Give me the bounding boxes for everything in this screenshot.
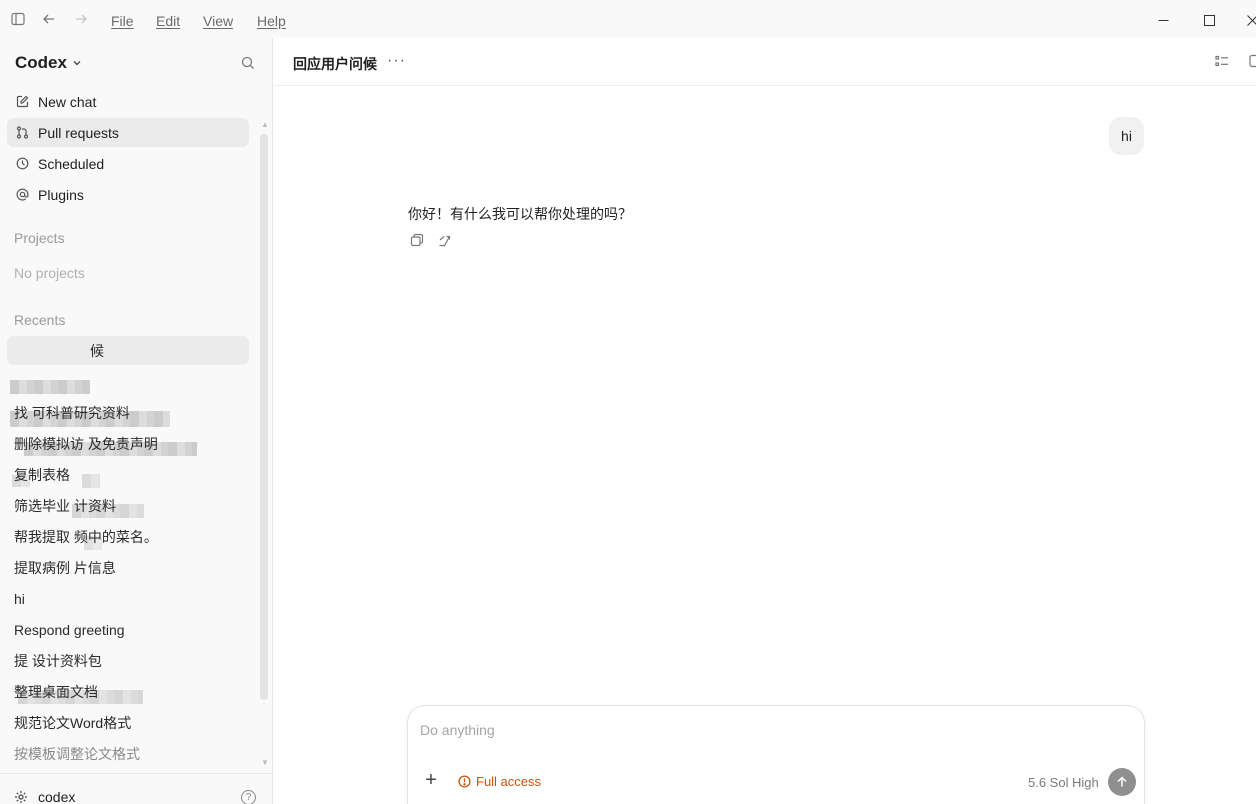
brand-name: Codex — [15, 53, 67, 72]
nav-label: Scheduled — [38, 155, 105, 172]
at-icon — [15, 188, 29, 202]
recent-item[interactable] — [7, 367, 249, 396]
menu-view[interactable]: View — [203, 13, 233, 29]
workspace-switcher[interactable]: Codex — [15, 53, 82, 73]
forward-arrow-icon[interactable] — [73, 11, 89, 27]
copy-icon[interactable] — [410, 233, 424, 247]
nav-plugins[interactable]: Plugins — [7, 180, 249, 209]
recent-item-label: 筛选毕业 计资料 — [14, 497, 116, 514]
recent-item[interactable]: 帮我提取 频中的菜名。 — [7, 522, 249, 551]
maximize-button[interactable] — [1199, 10, 1219, 30]
more-options-icon[interactable]: ··· — [387, 52, 406, 70]
scroll-up-arrow-icon[interactable]: ▲ — [261, 121, 269, 129]
recent-item[interactable]: 删除模拟访 及免责声明 — [7, 429, 249, 458]
settings-button[interactable]: codex — [14, 789, 75, 804]
recent-item[interactable]: 提 设计资料包 — [7, 646, 249, 675]
user-message: hi — [1109, 117, 1144, 155]
recent-item-label: 找 可科普研究资料 — [14, 404, 130, 421]
menu-edit[interactable]: Edit — [156, 13, 180, 29]
recent-item-label: 按模板调整论文格式 — [14, 745, 140, 762]
recent-item[interactable]: 提取病例 片信息 — [7, 553, 249, 582]
access-mode-button[interactable]: Full access — [458, 774, 541, 789]
minimize-button[interactable] — [1153, 10, 1173, 30]
recent-item[interactable]: 找 可科普研究资料 — [7, 398, 249, 427]
sidebar-toggle-icon[interactable] — [10, 11, 26, 27]
recent-item[interactable]: 规范论文Word格式 — [7, 708, 249, 737]
recent-item-label: 复制表格 — [14, 466, 70, 483]
user-name: codex — [38, 789, 76, 804]
recent-item[interactable]: hi — [7, 584, 249, 613]
scroll-down-arrow-icon[interactable]: ▼ — [261, 759, 269, 767]
title-bar: File Edit View Help — [0, 0, 1256, 38]
prompt-input[interactable] — [420, 720, 1120, 740]
gear-icon — [14, 790, 28, 804]
menu-file[interactable]: File — [111, 13, 134, 29]
composer: + Full access 5.6 Sol High — [407, 705, 1145, 804]
main-panel: 回应用户问候 ··· hi 你好！有什么我可以帮你处理的吗？ + Full ac… — [274, 38, 1256, 804]
model-selector[interactable]: 5.6 Sol — [1028, 775, 1068, 790]
add-attachment-button[interactable]: + — [423, 770, 439, 790]
arrow-up-icon — [1116, 776, 1128, 788]
search-icon[interactable] — [241, 56, 257, 72]
projects-heading: Projects — [14, 230, 65, 246]
recent-item-label: 规范论文Word格式 — [14, 714, 132, 731]
recents-heading: Recents — [14, 312, 66, 328]
back-arrow-icon[interactable] — [41, 11, 57, 27]
recent-item-label: 候 — [90, 342, 104, 359]
edit-icon — [15, 95, 29, 109]
access-label: Full access — [476, 774, 542, 789]
nav-new-chat[interactable]: New chat — [7, 87, 249, 116]
recent-item-label: 删除模拟访 及免责声明 — [14, 435, 158, 452]
user-message-text: hi — [1121, 128, 1132, 144]
recent-item[interactable]: 按模板调整论文格式 — [7, 739, 249, 768]
recent-item-label: 提取病例 片信息 — [14, 559, 116, 576]
task-list-icon[interactable] — [1215, 54, 1229, 68]
warning-icon — [458, 775, 471, 788]
send-button[interactable] — [1108, 768, 1136, 796]
sidebar-scrollbar[interactable] — [260, 134, 268, 700]
recent-item-label: 提 设计资料包 — [14, 652, 102, 669]
recent-item-label: 帮我提取 频中的菜名。 — [14, 528, 158, 545]
nav-scheduled[interactable]: Scheduled — [7, 149, 249, 178]
assistant-message: 你好！有什么我可以帮你处理的吗？ — [408, 206, 632, 222]
nav-label: Pull requests — [38, 124, 119, 141]
recent-item[interactable]: 整理桌面文档 — [7, 677, 249, 706]
nav-label: New chat — [38, 93, 97, 110]
projects-empty-note: No projects — [14, 265, 85, 281]
menu-help[interactable]: Help — [257, 13, 286, 29]
fork-icon[interactable] — [438, 233, 452, 247]
close-button[interactable] — [1242, 10, 1256, 30]
reasoning-effort-selector[interactable]: High — [1072, 775, 1099, 790]
clock-icon — [15, 157, 29, 171]
git-pull-request-icon — [15, 126, 29, 140]
recent-item-label: Respond greeting — [14, 621, 125, 638]
recent-item-label: hi — [14, 590, 25, 607]
recent-item[interactable]: 复制表格 — [7, 460, 249, 489]
recent-item-label: 整理桌面文档 — [14, 683, 98, 700]
help-icon[interactable]: ? — [241, 790, 256, 804]
panel-toggle-icon[interactable] — [1249, 54, 1256, 68]
thread-title: 回应用户问候 — [293, 56, 377, 72]
recent-item[interactable]: Respond greeting — [7, 615, 249, 644]
recent-item[interactable]: 候 — [7, 336, 249, 365]
main-header: 回应用户问候 ··· — [274, 38, 1256, 86]
nav-pull-requests[interactable]: Pull requests — [7, 118, 249, 147]
nav-label: Plugins — [38, 186, 84, 203]
chevron-down-icon — [72, 58, 82, 68]
sidebar-footer-divider — [0, 773, 272, 774]
sidebar: Codex New chat Pull requests Scheduled P… — [0, 38, 273, 804]
recent-item[interactable]: 筛选毕业 计资料 — [7, 491, 249, 520]
